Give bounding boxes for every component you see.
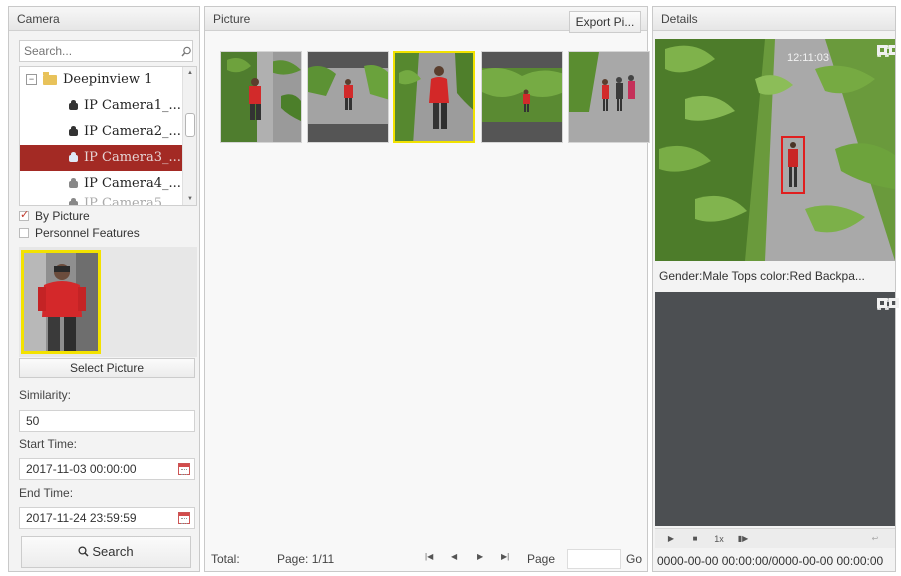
select-picture-button[interactable]: Select Picture (19, 358, 195, 378)
scroll-down-icon[interactable]: ▼ (187, 196, 193, 202)
playback-time-range: 0000-00-00 00:00:00/0000-00-00 00:00:00 (657, 554, 884, 568)
tree-item-camera-1[interactable]: IP Camera1_... (20, 93, 196, 119)
overlay-time: 12:11:03 (787, 52, 829, 64)
page-number-input[interactable] (567, 549, 621, 569)
result-tile[interactable] (220, 51, 302, 143)
playback-video (655, 292, 899, 526)
camera-label: IP Camera1_... (84, 98, 181, 113)
by-picture-option[interactable]: By Picture (19, 208, 90, 224)
total-label: Total: (211, 552, 240, 566)
last-page-icon[interactable]: ▶| (501, 552, 509, 561)
end-time-value: 2017-11-24 23:59:59 (26, 511, 137, 525)
tree-root-deepinview[interactable]: − Deepinview 1 (20, 67, 196, 93)
result-tile[interactable] (307, 51, 389, 143)
pagination-bar: Total: Page: 1/11 |◀ ◀ ▶ ▶| Page Go (205, 547, 647, 571)
page-label: Page (527, 552, 556, 566)
tree-item-camera-4[interactable]: IP Camera4_... (20, 171, 196, 197)
result-tile-selected[interactable] (393, 51, 475, 143)
search-icon (78, 546, 89, 557)
camera-label: IP Camera2_... (84, 124, 181, 139)
person-attributes: Gender:Male Tops color:Red Backpa... (659, 269, 865, 283)
query-picture (21, 250, 101, 354)
camera-icon (68, 100, 79, 111)
details-panel: Details 12:11:03 Gender:Male Tops color:… (652, 6, 899, 572)
personnel-features-label: Personnel Features (35, 226, 140, 240)
camera-search-box[interactable] (19, 40, 193, 62)
camera-label: IP Camera4_... (84, 176, 181, 191)
tree-item-camera-3[interactable]: IP Camera3_... (20, 145, 196, 171)
end-time-label: End Time: (19, 486, 74, 500)
search-icon[interactable] (181, 42, 192, 60)
frame-forward-icon[interactable]: ▮▶ (733, 531, 753, 547)
calendar-icon[interactable] (178, 512, 190, 524)
next-page-icon[interactable]: ▶ (477, 552, 483, 561)
camera-label: IP Camera3_... (84, 150, 181, 165)
result-thumbnail-strip (220, 51, 650, 147)
stop-icon[interactable]: ■ (685, 531, 705, 547)
personnel-features-option[interactable]: Personnel Features (19, 225, 140, 241)
camera-icon (68, 178, 79, 189)
similarity-input[interactable]: 50 (19, 410, 195, 432)
start-time-value: 2017-11-03 00:00:00 (26, 462, 137, 476)
result-tile[interactable] (481, 51, 563, 143)
camera-search-input[interactable] (20, 42, 181, 60)
camera-tree: − Deepinview 1 IP Camera1_... IP Camera2_… (19, 66, 197, 206)
go-button[interactable]: Go (626, 552, 642, 566)
end-time-field[interactable]: 2017-11-24 23:59:59 (19, 507, 195, 529)
camera-label: IP Camera5_... (84, 197, 181, 206)
detail-snapshot: 12:11:03 (655, 39, 895, 261)
folder-icon (43, 71, 57, 85)
prev-page-icon[interactable]: ◀ (451, 552, 457, 561)
speed-button[interactable]: 1x (709, 531, 729, 547)
camera-icon (68, 126, 79, 137)
fullscreen-icon[interactable] (877, 298, 899, 310)
play-icon[interactable]: ▶ (661, 531, 681, 547)
tree-item-camera-5[interactable]: IP Camera5_... (20, 197, 196, 206)
picture-panel: Picture Export Pi... Total: Page: 1/11 |… (204, 6, 650, 572)
collapse-icon[interactable]: − (26, 74, 37, 85)
first-page-icon[interactable]: |◀ (425, 552, 433, 561)
playback-controls: ▶ ■ 1x ▮▶ ↩ (655, 528, 895, 548)
by-picture-label: By Picture (35, 209, 90, 223)
search-button-label: Search (92, 544, 134, 559)
camera-icon (68, 152, 79, 163)
camera-panel-title: Camera (9, 7, 199, 31)
tree-item-camera-2[interactable]: IP Camera2_... (20, 119, 196, 145)
tree-scrollbar[interactable]: ▲ ▼ (182, 67, 196, 205)
scroll-up-icon[interactable]: ▲ (187, 70, 193, 76)
search-button[interactable]: Search (21, 536, 191, 568)
details-panel-title: Details (653, 7, 895, 31)
fullscreen-icon[interactable] (877, 45, 895, 57)
export-picture-button[interactable]: Export Pi... (569, 11, 641, 33)
result-tile[interactable] (568, 51, 650, 143)
similarity-label: Similarity: (19, 388, 72, 402)
page-info: Page: 1/11 (277, 552, 335, 566)
camera-panel: Camera − Deepinview 1 IP Camera1_... IP C… (8, 6, 200, 572)
scroll-thumb[interactable] (185, 113, 195, 137)
calendar-icon[interactable] (178, 463, 190, 475)
tree-root-label: Deepinview 1 (63, 72, 153, 87)
start-time-field[interactable]: 2017-11-03 00:00:00 (19, 458, 195, 480)
by-picture-checkbox[interactable] (19, 208, 29, 221)
start-time-label: Start Time: (19, 437, 78, 451)
personnel-features-checkbox[interactable] (19, 228, 29, 238)
camera-icon (68, 198, 79, 205)
download-icon[interactable]: ↩ (865, 531, 885, 547)
